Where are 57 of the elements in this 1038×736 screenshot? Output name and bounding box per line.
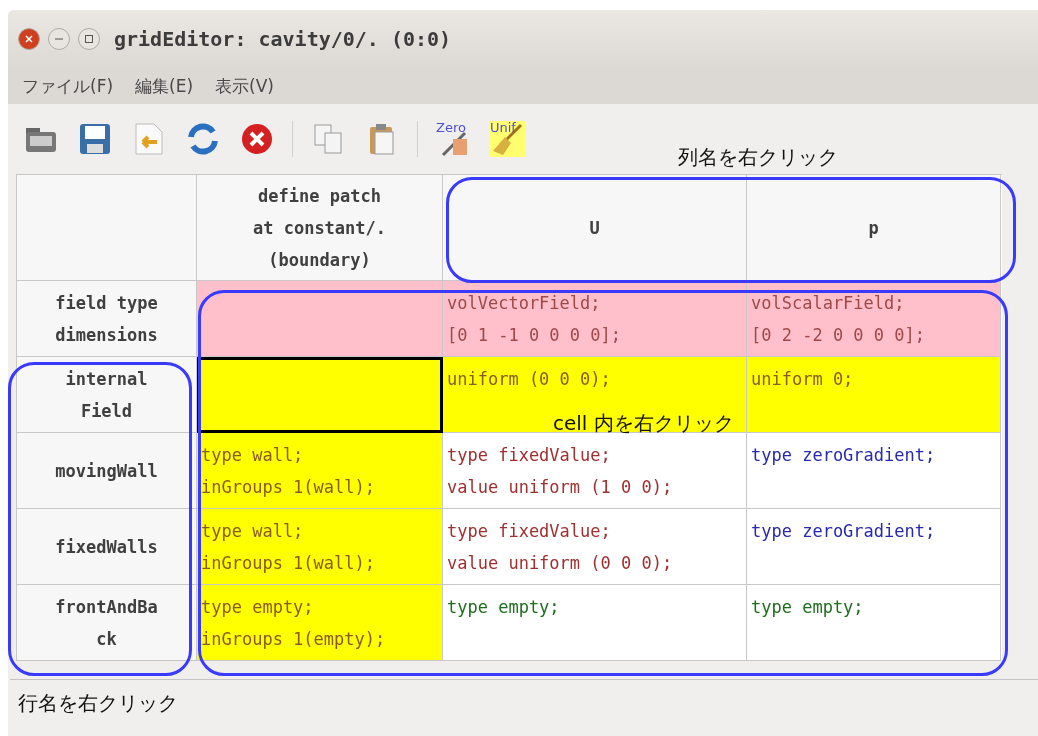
menu-item[interactable]: ファイル(F)	[22, 74, 114, 98]
cell-text: type fixedValue; value uniform (1 0 0);	[447, 444, 674, 499]
close-icon	[25, 35, 33, 43]
cell-text: volScalarField; [0 2 -2 0 0 0 0];	[751, 292, 926, 347]
toolbar-button[interactable]: Unif	[488, 120, 526, 158]
column-header[interactable]: p	[747, 175, 1001, 281]
row-header[interactable]: internal Field	[17, 357, 197, 433]
menu-item[interactable]: 編集(E)	[135, 74, 194, 98]
table-cell[interactable]: uniform 0;	[747, 357, 1001, 433]
table-cell[interactable]: type fixedValue; value uniform (0 0 0);	[443, 509, 747, 585]
cell-text: uniform 0;	[751, 368, 855, 391]
table-cell[interactable]: type empty;	[747, 585, 1001, 661]
minimize-icon	[55, 35, 63, 43]
column-header[interactable]: define patch at constant/. (boundary)	[197, 175, 443, 281]
row-header[interactable]: field type dimensions	[17, 281, 197, 357]
toolbar-label: Zero	[436, 120, 466, 135]
table-cell[interactable]: type wall; inGroups 1(wall);	[197, 509, 443, 585]
table-cell[interactable]: type empty;	[443, 585, 747, 661]
cell-text: type zeroGradient;	[751, 444, 937, 467]
maximize-button[interactable]	[78, 28, 100, 50]
cell-text: type zeroGradient;	[751, 520, 937, 543]
annotation-text: 列名を右クリック	[678, 144, 838, 171]
save-icon	[78, 122, 112, 156]
paste-icon	[367, 122, 397, 156]
cell-text: type wall; inGroups 1(wall);	[201, 520, 376, 575]
table-cell[interactable]: volVectorField; [0 1 -1 0 0 0 0];	[443, 281, 747, 357]
document-arrow-icon	[133, 122, 165, 156]
cell-text: type empty;	[447, 596, 561, 619]
cell-text: volVectorField; [0 1 -1 0 0 0 0];	[447, 292, 622, 347]
table-cell[interactable]: type zeroGradient;	[747, 509, 1001, 585]
cell-text: type fixedValue; value uniform (0 0 0);	[447, 520, 674, 575]
refresh-icon	[186, 122, 220, 156]
table-cell[interactable]: type fixedValue; value uniform (1 0 0);	[443, 433, 747, 509]
table-cell[interactable]: volScalarField; [0 2 -2 0 0 0 0];	[747, 281, 1001, 357]
row-header[interactable]: frontAndBa ck	[17, 585, 197, 661]
column-header[interactable]: U	[443, 175, 747, 281]
cell-text: type empty; inGroups 1(empty);	[201, 596, 387, 651]
close-icon	[240, 122, 274, 156]
toolbar-label: Unif	[490, 120, 516, 135]
cell-text: type empty;	[751, 596, 865, 619]
menu-item[interactable]: 表示(V)	[215, 74, 274, 98]
row-header[interactable]: movingWall	[17, 433, 197, 509]
cell-text: type wall; inGroups 1(wall);	[201, 444, 376, 499]
table-cell[interactable]: type zeroGradient;	[747, 433, 1001, 509]
table-cell[interactable]: type empty; inGroups 1(empty);	[197, 585, 443, 661]
table-cell[interactable]	[197, 281, 443, 357]
maximize-icon	[85, 35, 93, 43]
copy-icon	[313, 123, 343, 155]
broom-icon	[489, 121, 525, 157]
row-header[interactable]: fixedWalls	[17, 509, 197, 585]
table-cell[interactable]	[197, 357, 443, 433]
table-cell[interactable]: type wall; inGroups 1(wall);	[197, 433, 443, 509]
toolbar-button[interactable]: Zero	[434, 120, 472, 158]
close-button[interactable]	[18, 28, 40, 50]
cell-text: uniform (0 0 0);	[447, 368, 612, 391]
window-title: gridEditor: cavity/0/. (0:0)	[114, 27, 452, 51]
annotation-text: 行名を右クリック	[18, 690, 178, 717]
